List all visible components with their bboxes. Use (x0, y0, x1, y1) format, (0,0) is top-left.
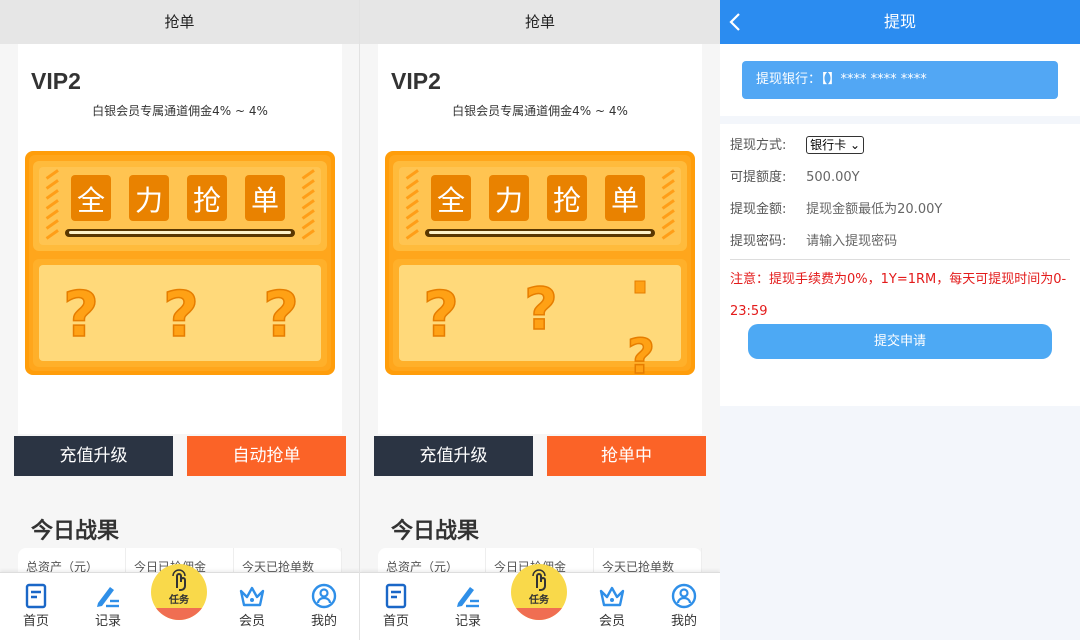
machine-char-4: 单 (251, 184, 279, 217)
tab-member-label: 会员 (598, 614, 625, 629)
tab-records-label: 记录 (94, 614, 121, 629)
withdraw-header: 提现 (720, 0, 1080, 44)
task-label: 任务 (169, 595, 189, 606)
tap-hand-icon (532, 569, 546, 591)
tab-mine[interactable]: 我的 (294, 583, 354, 629)
back-arrow-icon[interactable] (728, 12, 742, 32)
slot-3-spinning-fragment (634, 280, 646, 294)
auto-grab-button[interactable]: 自动抢单 (187, 436, 346, 476)
tab-task[interactable]: 任务 (511, 564, 567, 620)
amount-input[interactable]: 提现金额最低为20.00Y (806, 202, 942, 217)
password-input[interactable]: 请输入提现密码 (806, 234, 897, 249)
vip-level: VIP2 (31, 68, 81, 94)
user-icon (671, 583, 697, 609)
machine-char-3: 抢 (553, 184, 581, 217)
vip-card: VIP2 白银会员专属通道佣金4% ~ 4% 全 力 抢 单 ? ? ? (18, 44, 342, 434)
available-label: 可提额度: (730, 170, 787, 185)
slot-2-symbol: ? (524, 275, 558, 343)
withdraw-bank-display[interactable]: 提现银行：【】**** **** **** (742, 61, 1058, 99)
today-results-title: 今日战果 (31, 519, 120, 544)
tab-member-label: 会员 (238, 614, 265, 629)
tab-records[interactable]: 记录 (78, 583, 138, 629)
amount-label: 提现金额: (730, 202, 787, 217)
method-select-value: 银行卡 (810, 138, 847, 152)
slot-3-symbol: ? (627, 329, 655, 375)
machine-char-2: 力 (495, 184, 523, 217)
page-title: 抢单 (360, 0, 720, 44)
method-select[interactable]: 银行卡 ⌄ (806, 136, 865, 154)
grab-machine-image: 全 力 抢 单 ? ? ? (25, 151, 335, 375)
grab-panel-auto: 抢单 VIP2 白银会员专属通道佣金4% ~ 4% 全 力 抢 单 ? ? ? … (0, 0, 360, 640)
tap-hand-icon (172, 569, 186, 591)
withdraw-form: 提现方式: 银行卡 ⌄ 可提额度: 500.00Y 提现金额: 提现金额最低为2… (720, 124, 1080, 406)
tab-home-label: 首页 (22, 614, 49, 629)
tab-mine-label: 我的 (670, 614, 697, 629)
recharge-upgrade-button[interactable]: 充值升级 (14, 436, 173, 476)
machine-char-1: 全 (437, 184, 465, 217)
machine-char-3: 抢 (193, 184, 221, 217)
tab-member[interactable]: 会员 (222, 583, 282, 629)
tab-member[interactable]: 会员 (582, 583, 642, 629)
fee-notice: 注意：提现手续费为0%，1Y=1RM，每天可提现时间为0-23:59 (730, 272, 1067, 319)
amount-row: 提现金额: 提现金额最低为20.00Y (730, 200, 942, 220)
machine-char-4: 单 (611, 184, 639, 217)
chevron-down-icon: ⌄ (849, 138, 861, 152)
slot-3-symbol: ? (263, 278, 299, 351)
edit-icon (457, 587, 479, 608)
home-icon (25, 583, 47, 609)
vip-level: VIP2 (391, 68, 441, 94)
tab-task[interactable]: 任务 (151, 564, 207, 620)
page-title: 提现 (883, 12, 916, 31)
task-button-bottom (151, 608, 207, 620)
today-results-title: 今日战果 (391, 519, 480, 544)
user-icon (311, 583, 337, 609)
available-row: 可提额度: 500.00Y (730, 168, 860, 188)
machine-char-2: 力 (135, 184, 163, 217)
slot-1-symbol: ? (423, 278, 459, 351)
divider (730, 259, 1070, 260)
tab-home[interactable]: 首页 (366, 583, 426, 629)
crown-icon (239, 586, 265, 607)
screen: 抢单 VIP2 白银会员专属通道佣金4% ~ 4% 全 力 抢 单 ? ? ? … (0, 0, 1080, 640)
machine-char-1: 全 (77, 184, 105, 217)
method-label: 提现方式: (730, 138, 787, 153)
task-label: 任务 (529, 595, 549, 606)
method-row: 提现方式: 银行卡 ⌄ (730, 136, 865, 156)
task-button-bottom (511, 608, 567, 620)
tab-records[interactable]: 记录 (438, 583, 498, 629)
vip-description: 白银会员专属通道佣金4% ~ 4% (92, 104, 268, 118)
grab-panel-grabbing: 抢单 VIP2 白银会员专属通道佣金4% ~ 4% 全 力 抢 单 ? ? ? … (360, 0, 720, 640)
withdraw-panel: 提现 提现银行：【】**** **** **** 提现方式: 银行卡 ⌄ 可提额… (720, 0, 1080, 640)
grabbing-status-button[interactable]: 抢单中 (547, 436, 706, 476)
bottom-tab-bar: 首页 记录 任务 会员 我的 (360, 564, 720, 640)
crown-icon (599, 586, 625, 607)
bottom-tab-bar: 首页 记录 任务 会员 我的 (0, 564, 359, 640)
edit-icon (97, 587, 119, 608)
tab-mine-label: 我的 (310, 614, 337, 629)
vip-card: VIP2 白银会员专属通道佣金4% ~ 4% 全 力 抢 单 ? ? ? (378, 44, 702, 434)
password-label: 提现密码: (730, 234, 787, 249)
slot-1-symbol: ? (63, 278, 99, 351)
tab-mine[interactable]: 我的 (654, 583, 714, 629)
tab-home-label: 首页 (382, 614, 409, 629)
tab-records-label: 记录 (454, 614, 481, 629)
vip-description: 白银会员专属通道佣金4% ~ 4% (452, 104, 628, 118)
available-value: 500.00Y (806, 170, 860, 185)
grab-machine-image: 全 力 抢 单 ? ? ? (385, 151, 695, 375)
recharge-upgrade-button[interactable]: 充值升级 (374, 436, 533, 476)
home-icon (385, 583, 407, 609)
slot-2-symbol: ? (163, 278, 199, 351)
tab-home[interactable]: 首页 (6, 583, 66, 629)
submit-button[interactable]: 提交申请 (748, 324, 1052, 359)
bank-section: 提现银行：【】**** **** **** (720, 44, 1080, 116)
password-row: 提现密码: 请输入提现密码 (730, 232, 897, 252)
page-title: 抢单 (0, 0, 359, 44)
